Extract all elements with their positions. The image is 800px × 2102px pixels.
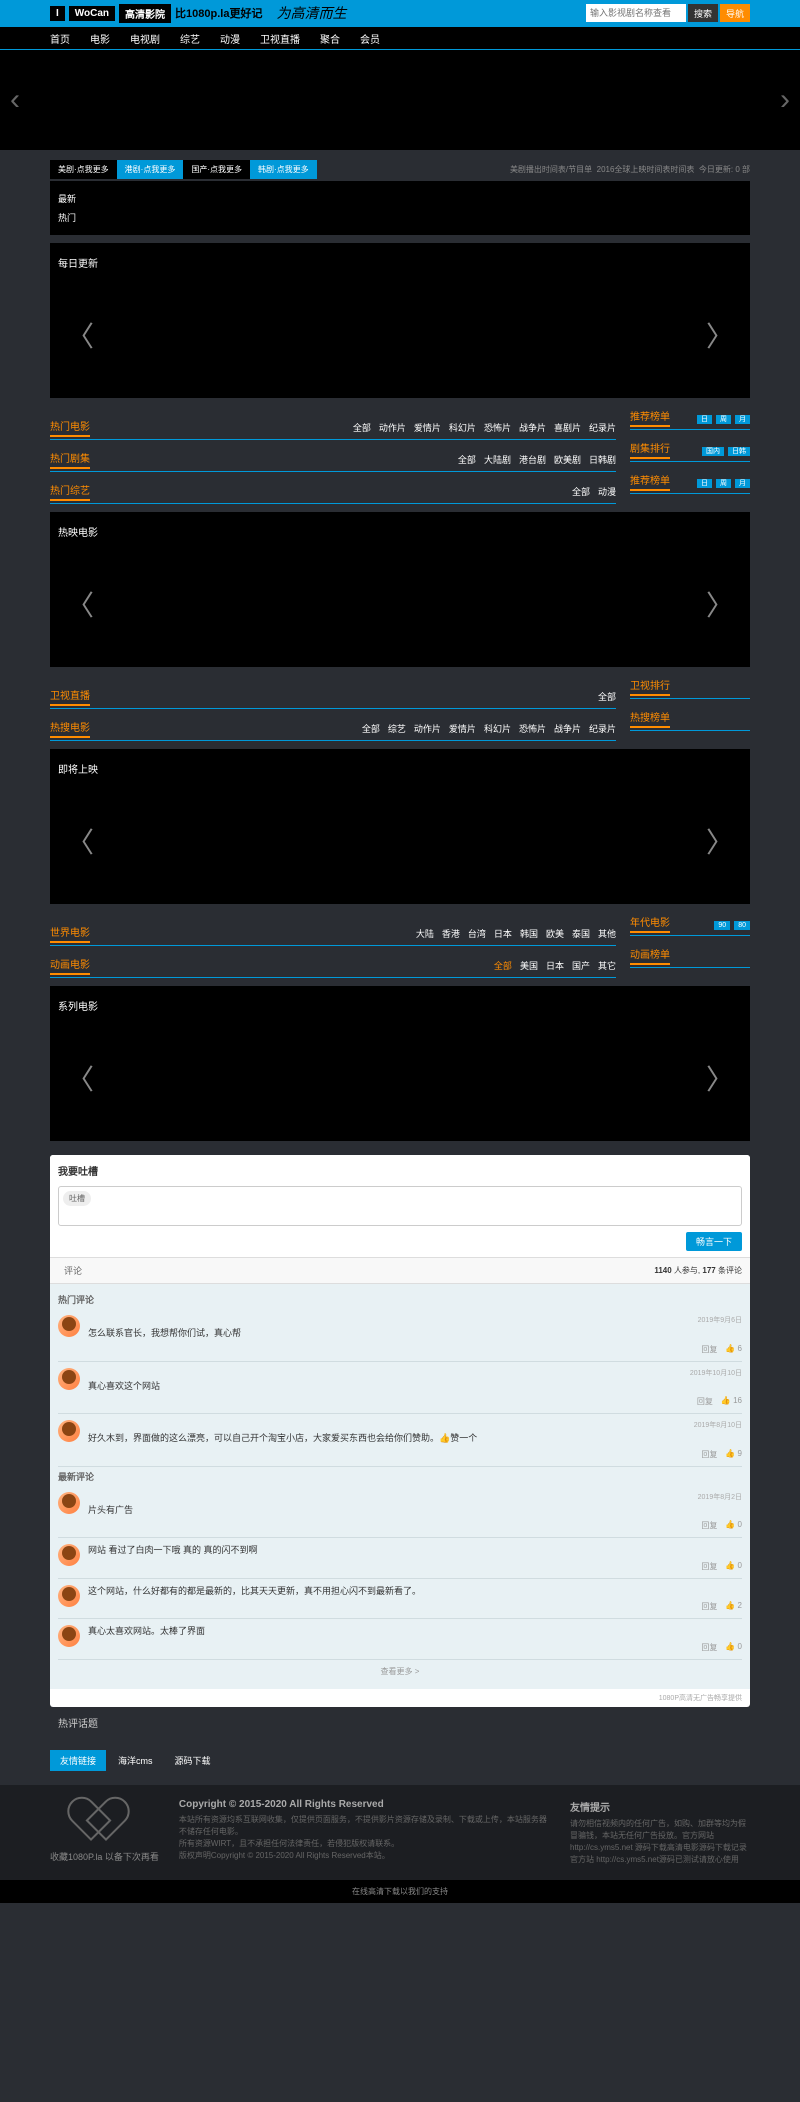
- hot-comments-head: 热门评论: [58, 1290, 742, 1309]
- top-bar: I WoCan 高清影院 比1080p.la更好记 为高清而生 搜索 导航: [0, 0, 800, 26]
- tab-kr[interactable]: 韩剧·点我更多: [250, 160, 317, 179]
- tabs-meta: 美剧播出时间表/节目单 2016全球上映时间表时间表 今日更新: 0 部: [510, 164, 750, 175]
- new-comments-head: 最新评论: [58, 1467, 742, 1486]
- comment-input[interactable]: 吐槽: [58, 1186, 742, 1226]
- hero-next-icon[interactable]: ›: [780, 83, 790, 117]
- search-button[interactable]: 搜索: [688, 4, 718, 22]
- search-input[interactable]: [586, 4, 686, 22]
- tab-cn[interactable]: 国产·点我更多: [183, 160, 250, 179]
- cat-new[interactable]: 最新: [58, 189, 742, 208]
- carousel-prev-icon[interactable]: 〈: [66, 1058, 94, 1098]
- logo-tag: 比1080p.la更好记: [175, 5, 262, 21]
- comment-item: 2019年9月6日怎么联系官长，我想帮你们试，真心帮回复👍 6: [58, 1309, 742, 1362]
- drama-tabs: 美剧·点我更多 港剧·点我更多 国产·点我更多 韩剧·点我更多 美剧播出时间表/…: [50, 160, 750, 179]
- hot-play-section: 热映电影 〈〉: [50, 512, 750, 667]
- bottom-bar: 在线高清下载以我们的支持: [0, 1880, 800, 1903]
- nav-bar: 首页 电影 电视剧 综艺 动漫 卫视直播 聚合 会员: [0, 26, 800, 50]
- daily-carousel: 〈 〉: [58, 280, 742, 390]
- carousel-prev-icon[interactable]: 〈: [66, 315, 94, 355]
- avatar: [58, 1625, 80, 1647]
- heart-icon[interactable]: [79, 1799, 129, 1844]
- reply-button[interactable]: 回复: [701, 1344, 717, 1355]
- hot-variety-row: 热门综艺 全部 动漫: [50, 482, 616, 504]
- coming-section: 即将上映 〈〉: [50, 749, 750, 904]
- daily-title: 每日更新: [58, 251, 742, 274]
- link-tab-cms[interactable]: 海洋cms: [108, 1750, 163, 1771]
- nav-anime[interactable]: 动漫: [220, 31, 240, 46]
- like-button[interactable]: 👍 6: [725, 1344, 742, 1355]
- logo-script: 为高清而生: [276, 3, 346, 23]
- tab-hk[interactable]: 港剧·点我更多: [117, 160, 184, 179]
- hot-movie-title: 热门电影: [50, 418, 90, 437]
- nav-live[interactable]: 卫视直播: [260, 31, 300, 46]
- comment-count: 1140 人参与, 177 条评论: [654, 1265, 742, 1276]
- search-wrap: 搜索 导航: [586, 4, 750, 22]
- comment-send-button[interactable]: 畅言一下: [686, 1232, 742, 1251]
- carousel-prev-icon[interactable]: 〈: [66, 821, 94, 861]
- carousel-next-icon[interactable]: 〉: [706, 584, 734, 624]
- avatar: [58, 1492, 80, 1514]
- logo-sub: 高清影院: [119, 4, 171, 23]
- tips-title: 友情提示: [570, 1799, 750, 1814]
- daily-section: 每日更新 〈 〉: [50, 243, 750, 398]
- load-more[interactable]: 查看更多 >: [58, 1660, 742, 1683]
- f-all[interactable]: 全部: [353, 421, 371, 434]
- carousel-next-icon[interactable]: 〉: [706, 1058, 734, 1098]
- avatar: [58, 1315, 80, 1337]
- logo-brand: WoCan: [69, 6, 115, 21]
- comment-title: 我要吐槽: [50, 1155, 750, 1186]
- hero-carousel: ‹ ›: [0, 50, 800, 150]
- series-section: 系列电影 〈〉: [50, 986, 750, 1141]
- link-tab-download[interactable]: 源码下载: [165, 1750, 221, 1771]
- avatar: [58, 1585, 80, 1607]
- avatar: [58, 1544, 80, 1566]
- copyright-title: Copyright © 2015-2020 All Rights Reserve…: [179, 1799, 550, 1810]
- avatar: [58, 1368, 80, 1390]
- hero-prev-icon[interactable]: ‹: [10, 83, 20, 117]
- nav-variety[interactable]: 综艺: [180, 31, 200, 46]
- footer: 收藏1080P.la 以备下次再看 Copyright © 2015-2020 …: [0, 1785, 800, 1880]
- comment-item: 2019年8月10日好久木到，界面做的这么漂亮，可以自己开个淘宝小店，大家爱买东…: [58, 1414, 742, 1467]
- comment-item: 2019年10月10日真心喜欢这个网站回复👍 16: [58, 1362, 742, 1415]
- carousel-next-icon[interactable]: 〉: [706, 315, 734, 355]
- carousel-prev-icon[interactable]: 〈: [66, 584, 94, 624]
- comment-item: 2019年8月2日片头有广告回复👍 0: [58, 1486, 742, 1539]
- nav-agg[interactable]: 聚合: [320, 31, 340, 46]
- cat-hot[interactable]: 热门: [58, 208, 742, 227]
- hot-tv-row: 热门剧集 全部 大陆剧 港台剧 欧美剧 日韩剧: [50, 450, 616, 472]
- avatar: [58, 1420, 80, 1442]
- nav-button[interactable]: 导航: [720, 4, 750, 22]
- tab-us[interactable]: 美剧·点我更多: [50, 160, 117, 179]
- comment-section: 我要吐槽 吐槽 畅言一下 评论 1140 人参与, 177 条评论 热门评论 2…: [50, 1155, 750, 1707]
- nav-vip[interactable]: 会员: [360, 31, 380, 46]
- nav-movie[interactable]: 电影: [90, 31, 110, 46]
- comment-bubble: 吐槽: [63, 1191, 91, 1206]
- nav-home[interactable]: 首页: [50, 31, 70, 46]
- link-tab-friends[interactable]: 友情链接: [50, 1750, 106, 1771]
- hot-topic-title: 热评话题: [50, 1707, 750, 1738]
- nav-tv[interactable]: 电视剧: [130, 31, 160, 46]
- hot-movie-row: 热门电影 全部 动作片 爱情片 科幻片 恐怖片 战争片 喜剧片 纪录片: [50, 418, 616, 440]
- logo-i: I: [50, 6, 65, 21]
- comment-item: 真心太喜欢网站。太棒了界面回复👍 0: [58, 1619, 742, 1660]
- comment-powered: 1080P高清无广告畅享提供: [50, 1689, 750, 1707]
- bookmark-text: 收藏1080P.la 以备下次再看: [50, 1850, 159, 1863]
- category-box: 最新 热门: [50, 181, 750, 235]
- comment-tab[interactable]: 评论: [58, 1262, 88, 1279]
- comment-item: 这个网站，什么好都有的都是最新的，比其天天更新，真不用担心闪不到最新看了。回复👍…: [58, 1579, 742, 1620]
- comment-item: 网站 看过了白肉一下哦 真的 真的闪不到啊回复👍 0: [58, 1538, 742, 1579]
- carousel-next-icon[interactable]: 〉: [706, 821, 734, 861]
- links-section: 友情链接 海洋cms 源码下载: [50, 1750, 750, 1771]
